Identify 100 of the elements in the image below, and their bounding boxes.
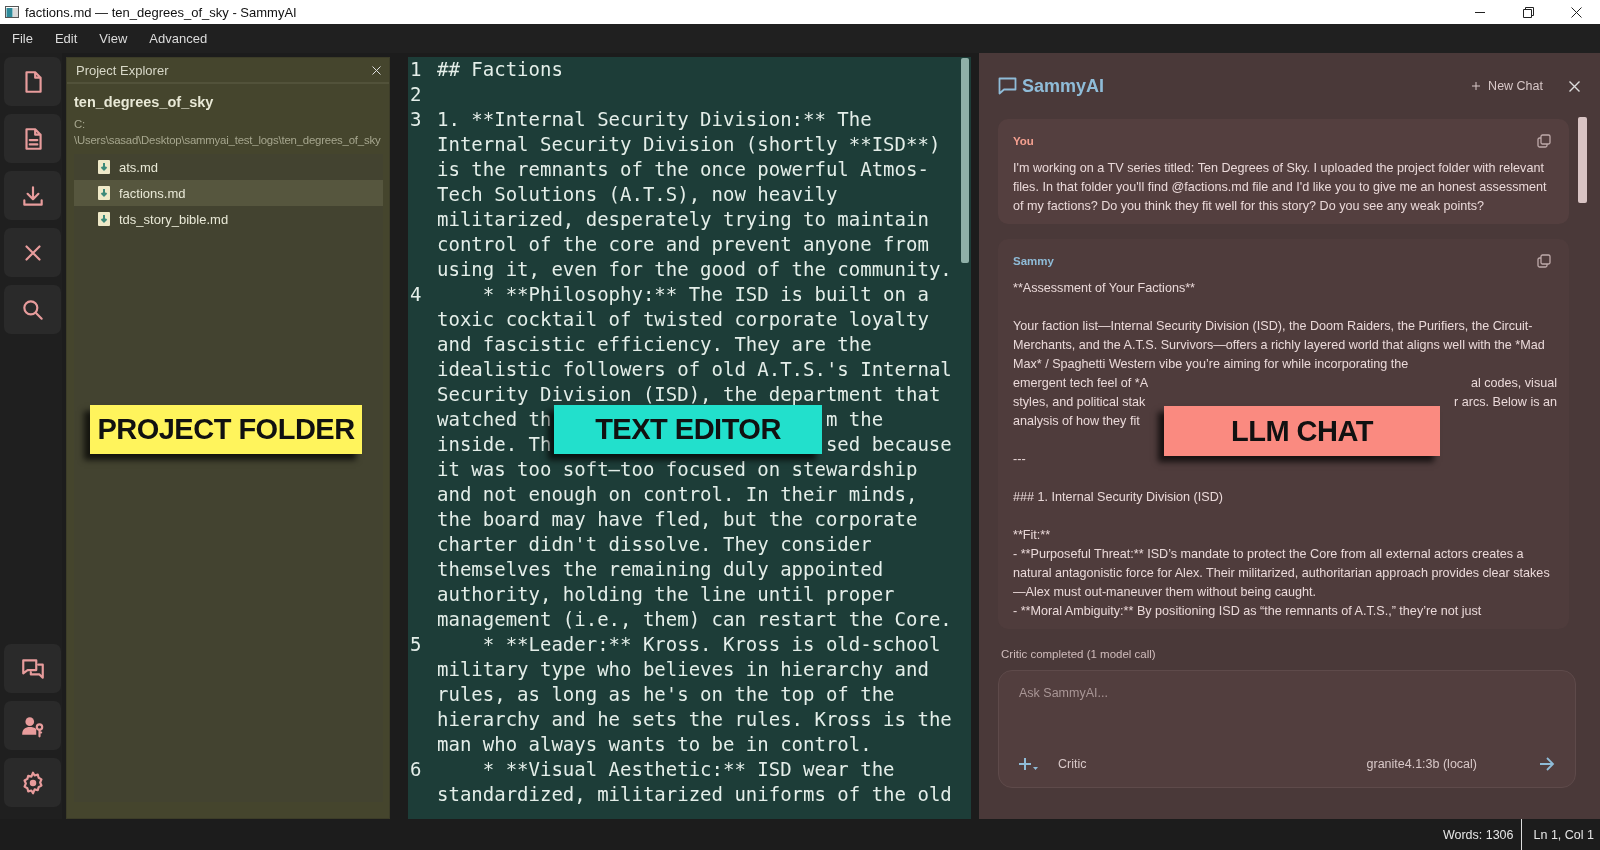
caret-icon	[1033, 767, 1038, 770]
message-text: emergent tech feel of *A	[1013, 375, 1149, 392]
arrow-icon	[1539, 757, 1555, 771]
message-text: **Assessment of Your Factions**	[1013, 280, 1196, 297]
tree-item[interactable]: factions.md	[74, 180, 383, 206]
code-line: charter didn't dissolve. They consider	[437, 532, 873, 557]
code-line: * **Visual Aesthetic:** ISD wear the	[481, 757, 896, 782]
code-line: inside. Th	[437, 433, 552, 455]
message-text: ---	[1013, 451, 1027, 468]
message-text: **Fit:**	[1013, 527, 1052, 544]
code-line: * **Leader:** Kross. Kross is old-school	[481, 632, 942, 657]
chat-input[interactable]: Ask SammyAI...	[1019, 686, 1319, 700]
code-line: ## Factions	[437, 57, 563, 82]
settings-button[interactable]	[4, 758, 61, 807]
message-text: styles, and political stak	[1013, 394, 1146, 411]
code-line: standardized, militarized uniforms of the old	[437, 782, 952, 807]
line-number: 3	[410, 107, 423, 132]
download-button[interactable]	[4, 171, 61, 220]
close-icon	[1570, 6, 1582, 18]
close-icon	[1569, 80, 1580, 92]
code-line: it was too soft—too focused on stewardship	[437, 457, 919, 482]
message-text: - **Purposeful Threat:** ISD’s mandate to protect the Core from all external actors creates a natural antagonistic force for Alex. Their militarized, authoritarian approach provides clear stakes—Alex must out-maneuver them without being caught.	[1013, 546, 1551, 601]
new-chat-button[interactable]: New Chat	[1472, 79, 1543, 93]
code-line: Security Division (ISD), the department that	[437, 382, 942, 407]
code-line: hierarchy and he sets the rules. Kross is the	[437, 707, 952, 732]
send-button[interactable]	[1539, 757, 1555, 771]
code-line: watched th	[437, 408, 552, 430]
annotation-label: TEXT EDITOR	[554, 405, 822, 454]
menu-item[interactable]: View	[89, 31, 138, 46]
code-line: themselves the remaining duly appointed	[437, 557, 885, 582]
chat-bubble-icon	[998, 77, 1017, 95]
message-text: r arcs. Below is an	[1454, 394, 1557, 411]
code-line: militarized, desperately trying to maintain	[437, 207, 930, 232]
code-line: using it, even for the good of the community.	[437, 257, 952, 282]
plus-icon	[1472, 82, 1481, 90]
annotation-label: PROJECT FOLDER	[90, 405, 362, 454]
code-line: military type who believes in hierarchy and	[437, 657, 930, 682]
word-count: Words: 1306	[1442, 827, 1514, 842]
panel-title: Project Explorer	[76, 62, 169, 78]
copy-icon	[1537, 254, 1551, 268]
file-icon	[98, 186, 110, 200]
code-line: is the remnants of the once powerful Atmos-	[437, 157, 930, 182]
code-line: rules, as long as he's on the top of the	[437, 682, 896, 707]
line-number: 6	[410, 757, 423, 782]
message-author: You	[1013, 135, 1034, 147]
code-line: Internal Security Division (shortly **ISD**)	[437, 132, 942, 157]
chat-bubbles-button[interactable]	[4, 644, 61, 693]
code-line: m the	[825, 408, 884, 430]
message-author: Sammy	[1013, 255, 1054, 267]
close-button[interactable]	[372, 65, 381, 75]
close-button[interactable]	[1569, 80, 1580, 92]
menu-item[interactable]: Edit	[44, 31, 88, 46]
code-line: and not enough on control. In their minds,	[437, 482, 919, 507]
scrollbar-thumb[interactable]	[1578, 117, 1587, 203]
code-line: control of the core and prevent anyone from	[437, 232, 930, 257]
scrollbar-thumb[interactable]	[961, 58, 969, 263]
search-button[interactable]	[4, 285, 61, 334]
project-path: C: \Users\sasad\Desktop\sammyai_test_logs\ten_degrees_of_sky	[74, 117, 381, 148]
line-number: 2	[410, 82, 423, 107]
chat-input-box[interactable]: Ask SammyAI... Critic granite4.1:3b (local)	[998, 670, 1576, 788]
code-line: the board may have fled, but the corporate	[437, 507, 919, 532]
model-selector[interactable]: granite4.1:3b (local)	[1366, 757, 1477, 771]
attach-button[interactable]	[1019, 758, 1038, 770]
status-note: Critic completed (1 model call)	[1001, 648, 1157, 660]
user-key-button[interactable]	[4, 701, 61, 750]
cursor-position: Ln 1, Col 1	[1533, 827, 1594, 842]
line-number: 5	[410, 632, 423, 657]
menu-item[interactable]: File	[2, 31, 43, 46]
new-file-button[interactable]	[4, 57, 61, 106]
line-number: 4	[410, 282, 423, 307]
code-line: man who always wants to be in control.	[437, 732, 873, 757]
file-icon	[98, 160, 110, 174]
copy-button[interactable]	[1537, 134, 1551, 148]
code-line: toxic cocktail of twisted corporate loyalty	[437, 307, 930, 332]
code-line: management (i.e., them) can restart the Core.	[437, 607, 952, 632]
tree-item[interactable]: ats.md	[74, 154, 383, 180]
menu-item[interactable]: Advanced	[139, 31, 218, 46]
tree-item[interactable]: tds_story_bible.md	[74, 206, 383, 232]
code-line: sed because	[825, 433, 952, 455]
line-number: 1	[410, 57, 423, 82]
message-text: al codes, visual	[1470, 375, 1557, 392]
copy-icon	[1537, 134, 1551, 148]
code-line: Tech Solutions (A.T.S), now heavily	[437, 182, 839, 207]
close-button[interactable]	[4, 228, 61, 277]
mode-selector[interactable]: Critic	[1058, 757, 1367, 771]
plus-icon	[1019, 758, 1031, 770]
panel-title: SammyAI	[1022, 75, 1106, 97]
close-icon	[372, 65, 381, 75]
code-line: 1. **Internal Security Division:** The	[437, 107, 873, 132]
file-icon	[98, 212, 110, 226]
message-text: - **Moral Ambiguity:** By positioning ISD as “the remnants of A.T.S.,” they’re not just	[1013, 603, 1483, 620]
document-button[interactable]	[4, 114, 61, 163]
code-line: * **Philosophy:** The ISD is built on a	[481, 282, 930, 307]
copy-button[interactable]	[1537, 254, 1551, 268]
app-icon	[5, 6, 19, 18]
restore-icon	[1522, 6, 1534, 18]
annotation-label: LLM CHAT	[1164, 406, 1440, 456]
code-line: authority, holding the line until proper	[437, 582, 896, 607]
project-name: ten_degrees_of_sky	[74, 94, 215, 110]
message-text: I'm working on a TV series titled: Ten Degrees of Sky. I uploaded the project folder with relevant files. In that folder you'll find @factions.md file and I'd like you to give me an honest assessment of my factions? Do you think they fit well for this story? Do you see any weak points?	[1013, 160, 1548, 215]
